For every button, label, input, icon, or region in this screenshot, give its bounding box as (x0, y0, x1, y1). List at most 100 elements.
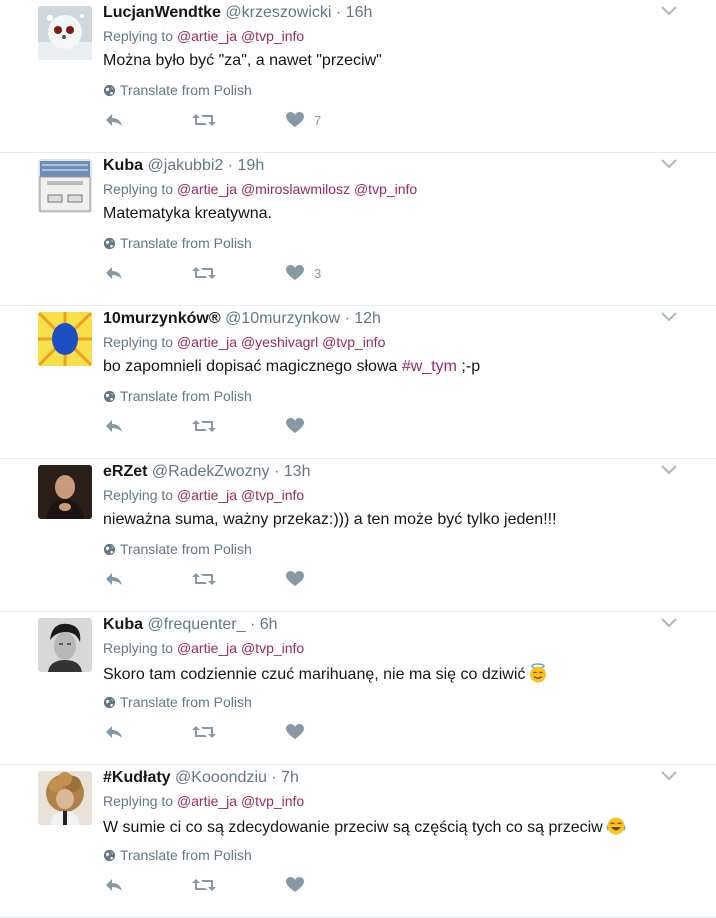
replying-label: Replying to (103, 28, 174, 44)
avatar[interactable] (38, 465, 92, 519)
mention-link[interactable]: @yeshivagrl (241, 334, 318, 350)
like-button[interactable] (286, 571, 314, 587)
heart-icon (286, 571, 304, 586)
mention-link[interactable]: @artie_ja (177, 793, 237, 809)
translate-link[interactable]: Translate from Polish (103, 847, 252, 863)
chevron-down-icon[interactable] (660, 769, 678, 783)
hashtag-link[interactable]: #w_tym (402, 358, 457, 375)
reply-button[interactable] (104, 418, 124, 434)
retweet-button[interactable] (192, 265, 216, 281)
display-name[interactable]: LucjanWendtke (103, 4, 221, 21)
mention-link[interactable]: @tvp_info (354, 181, 417, 197)
tweet[interactable]: eRZet @RadekZwozny · 13h Replying to @ar… (0, 459, 716, 612)
like-button[interactable] (286, 877, 314, 893)
tweet-text: Skoro tam codziennie czuć marihuanę, nie… (103, 663, 548, 685)
retweet-button[interactable] (192, 571, 216, 587)
tweet-text: W sumie ci co są zdecydowanie przeciw są… (103, 816, 626, 838)
avatar[interactable] (38, 618, 92, 672)
like-button[interactable] (286, 724, 314, 740)
tweet-actions: 3 (104, 265, 344, 285)
tweet-text: Można było być "za", a nawet "przeciw" (103, 52, 382, 69)
avatar[interactable] (38, 771, 92, 825)
translate-label: Translate from Polish (120, 388, 252, 404)
reply-button[interactable] (104, 112, 124, 128)
reply-button[interactable] (104, 265, 124, 281)
tweet-actions (104, 877, 344, 897)
translate-link[interactable]: Translate from Polish (103, 388, 252, 404)
reply-icon (106, 420, 122, 432)
avatar[interactable] (38, 312, 92, 366)
display-name[interactable]: Kuba (103, 616, 143, 633)
like-button[interactable]: 3 (286, 265, 321, 281)
timestamp[interactable]: 12h (354, 310, 381, 327)
reply-button[interactable] (104, 724, 124, 740)
chevron-down-icon[interactable] (660, 616, 678, 630)
timestamp[interactable]: 16h (346, 4, 373, 21)
mention-link[interactable]: @tvp_info (241, 793, 304, 809)
chevron-down-icon[interactable] (660, 157, 678, 171)
user-handle[interactable]: @jakubbi2 (147, 157, 223, 174)
replying-to: Replying to @artie_ja @miroslawmilosz @t… (103, 181, 417, 197)
mention-link[interactable]: @tvp_info (241, 487, 304, 503)
separator-dot: · (273, 463, 280, 480)
translate-link[interactable]: Translate from Polish (103, 541, 252, 557)
replying-label: Replying to (103, 793, 174, 809)
mention-link[interactable]: @artie_ja (177, 28, 237, 44)
tweet-text-part: bo zapomnieli dopisać magicznego słowa (103, 358, 402, 375)
mention-link[interactable]: @artie_ja (177, 640, 237, 656)
chevron-down-icon[interactable] (660, 310, 678, 324)
user-handle[interactable]: @10murzynkow (225, 310, 340, 327)
retweet-button[interactable] (192, 418, 216, 434)
mention-link[interactable]: @tvp_info (241, 28, 304, 44)
tweet[interactable]: #Kudłaty @Kooondziu · 7h Replying to @ar… (0, 765, 716, 918)
display-name[interactable]: 10murzynków® (103, 310, 221, 327)
translate-link[interactable]: Translate from Polish (103, 235, 252, 251)
timestamp[interactable]: 6h (260, 616, 278, 633)
mention-link[interactable]: @miroslawmilosz (241, 181, 350, 197)
translate-link[interactable]: Translate from Polish (103, 82, 252, 98)
separator-dot: · (335, 4, 342, 21)
user-handle[interactable]: @Kooondziu (175, 769, 267, 786)
translate-link[interactable]: Translate from Polish (103, 694, 252, 710)
mention-link[interactable]: @tvp_info (322, 334, 385, 350)
retweet-button[interactable] (192, 877, 216, 893)
user-handle[interactable]: @RadekZwozny (152, 463, 270, 480)
retweet-button[interactable] (192, 112, 216, 128)
retweet-icon (192, 879, 216, 891)
reply-button[interactable] (104, 571, 124, 587)
user-handle[interactable]: @krzeszowicki (225, 4, 331, 21)
globe-icon (103, 696, 116, 708)
heart-icon (286, 265, 304, 280)
chevron-down-icon[interactable] (660, 463, 678, 477)
tweet[interactable]: Kuba @jakubbi2 · 19h Replying to @artie_… (0, 153, 716, 306)
retweet-icon (192, 114, 216, 126)
timestamp[interactable]: 13h (284, 463, 311, 480)
globe-icon (103, 849, 116, 861)
mention-link[interactable]: @artie_ja (177, 334, 237, 350)
replying-label: Replying to (103, 334, 174, 350)
retweet-button[interactable] (192, 724, 216, 740)
mention-link[interactable]: @tvp_info (241, 640, 304, 656)
mention-link[interactable]: @artie_ja (177, 181, 237, 197)
tweet-text-part: W sumie ci co są zdecydowanie przeciw są… (103, 819, 603, 836)
user-handle[interactable]: @frequenter_ (147, 616, 245, 633)
replying-to: Replying to @artie_ja @tvp_info (103, 487, 304, 503)
mention-link[interactable]: @artie_ja (177, 487, 237, 503)
avatar[interactable] (38, 6, 92, 60)
timestamp[interactable]: 19h (238, 157, 265, 174)
display-name[interactable]: #Kudłaty (103, 769, 171, 786)
display-name[interactable]: Kuba (103, 157, 143, 174)
replying-to: Replying to @artie_ja @tvp_info (103, 640, 304, 656)
timestamp[interactable]: 7h (281, 769, 299, 786)
chevron-down-icon[interactable] (660, 4, 678, 18)
tweet[interactable]: 10murzynków® @10murzynkow · 12h Replying… (0, 306, 716, 459)
like-button[interactable] (286, 418, 314, 434)
reply-icon (106, 267, 122, 279)
avatar[interactable] (38, 159, 92, 213)
retweet-icon (192, 573, 216, 585)
tweet[interactable]: LucjanWendtke @krzeszowicki · 16h Replyi… (0, 0, 716, 153)
like-button[interactable]: 7 (286, 112, 321, 128)
display-name[interactable]: eRZet (103, 463, 147, 480)
tweet[interactable]: Kuba @frequenter_ · 6h Replying to @arti… (0, 612, 716, 765)
reply-button[interactable] (104, 877, 124, 893)
